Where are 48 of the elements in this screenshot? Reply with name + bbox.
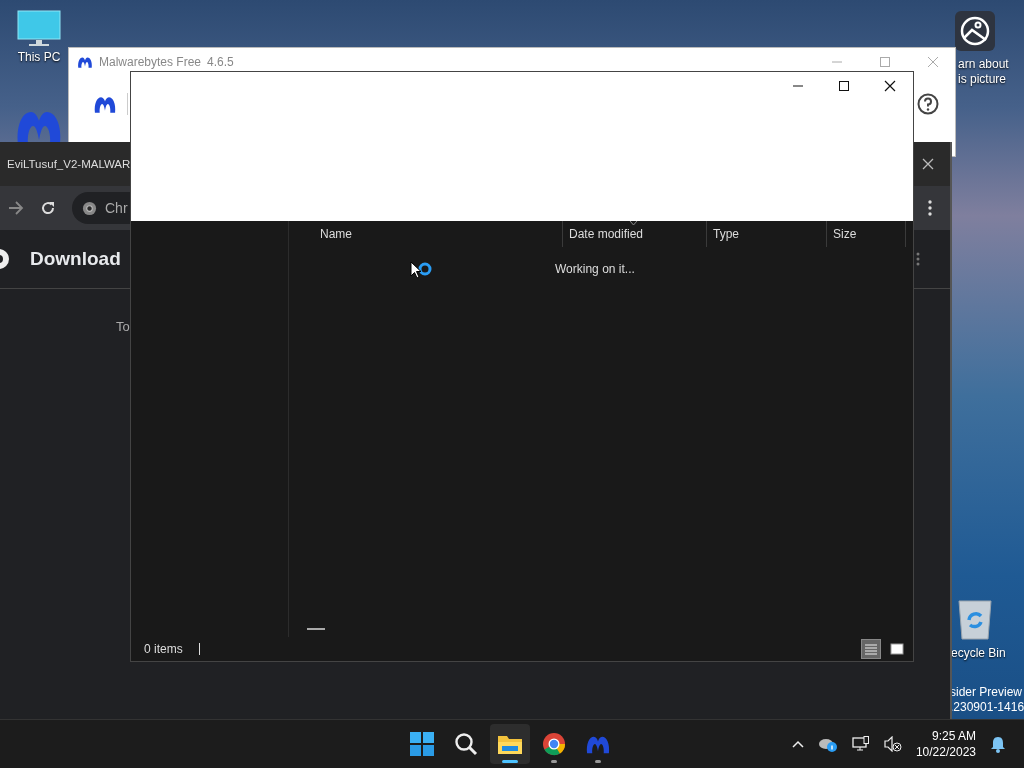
page-heading: Download <box>30 248 121 270</box>
windows-logo-icon <box>410 732 434 756</box>
clock-date[interactable]: 10/22/2023 <box>915 744 976 760</box>
sort-caret-icon <box>629 221 638 226</box>
clock-time[interactable]: 9:25 AM <box>931 728 976 744</box>
build-watermark-text: .230901-1416 <box>950 700 1024 715</box>
version-text: 4.6.5 <box>207 55 234 69</box>
chrome-logo-icon <box>82 200 97 216</box>
speaker-muted-icon[interactable] <box>883 736 902 752</box>
chrome-logo-icon <box>542 732 566 756</box>
icon-label: This PC <box>17 50 61 65</box>
more-menu-icon[interactable] <box>928 200 932 216</box>
loading-spinner-icon <box>418 262 432 276</box>
maximize-icon[interactable] <box>838 80 850 92</box>
recycle-bin-icon[interactable] <box>957 598 993 640</box>
window-title: Malwarebytes Free <box>99 55 202 69</box>
shield-logo-icon <box>93 94 117 114</box>
folder-icon <box>497 733 523 755</box>
list-icon <box>864 643 878 655</box>
cloud-info-icon[interactable] <box>817 736 838 752</box>
network-icon[interactable] <box>851 736 870 752</box>
landscape-icon[interactable] <box>955 11 995 51</box>
reload-icon[interactable] <box>40 200 56 216</box>
taskbar-app-button[interactable] <box>490 724 530 764</box>
details-view-button[interactable] <box>861 639 881 659</box>
more-menu-icon[interactable] <box>916 252 920 266</box>
help-icon[interactable] <box>917 93 939 115</box>
column-header[interactable]: Size <box>826 221 906 247</box>
tab-title[interactable]: EviLTusuf_V2-MALWAR <box>7 158 131 170</box>
shield-logo-icon <box>77 55 93 69</box>
icon-label: ecycle Bin <box>951 646 1006 661</box>
icon-label: arn about <box>958 57 1009 72</box>
loading-text: Working on it... <box>555 262 635 276</box>
chevron-up-icon[interactable] <box>791 740 804 748</box>
forward-arrow-icon[interactable] <box>8 201 24 215</box>
close-icon[interactable] <box>884 80 896 92</box>
column-header[interactable]: Date modified <box>562 221 706 247</box>
icon-label: is picture <box>958 72 1007 87</box>
column-header[interactable]: Type <box>706 221 826 247</box>
mouse-cursor-icon <box>410 261 422 279</box>
page-text: To <box>116 319 130 334</box>
shield-logo-icon <box>585 734 611 754</box>
search-icon <box>454 732 478 756</box>
close-icon[interactable] <box>922 158 934 170</box>
notification-bell-icon[interactable] <box>990 735 1006 753</box>
column-header[interactable]: Name <box>289 221 562 247</box>
item-count-text: 0 items <box>144 642 183 656</box>
preview-pane-icon <box>890 643 904 655</box>
